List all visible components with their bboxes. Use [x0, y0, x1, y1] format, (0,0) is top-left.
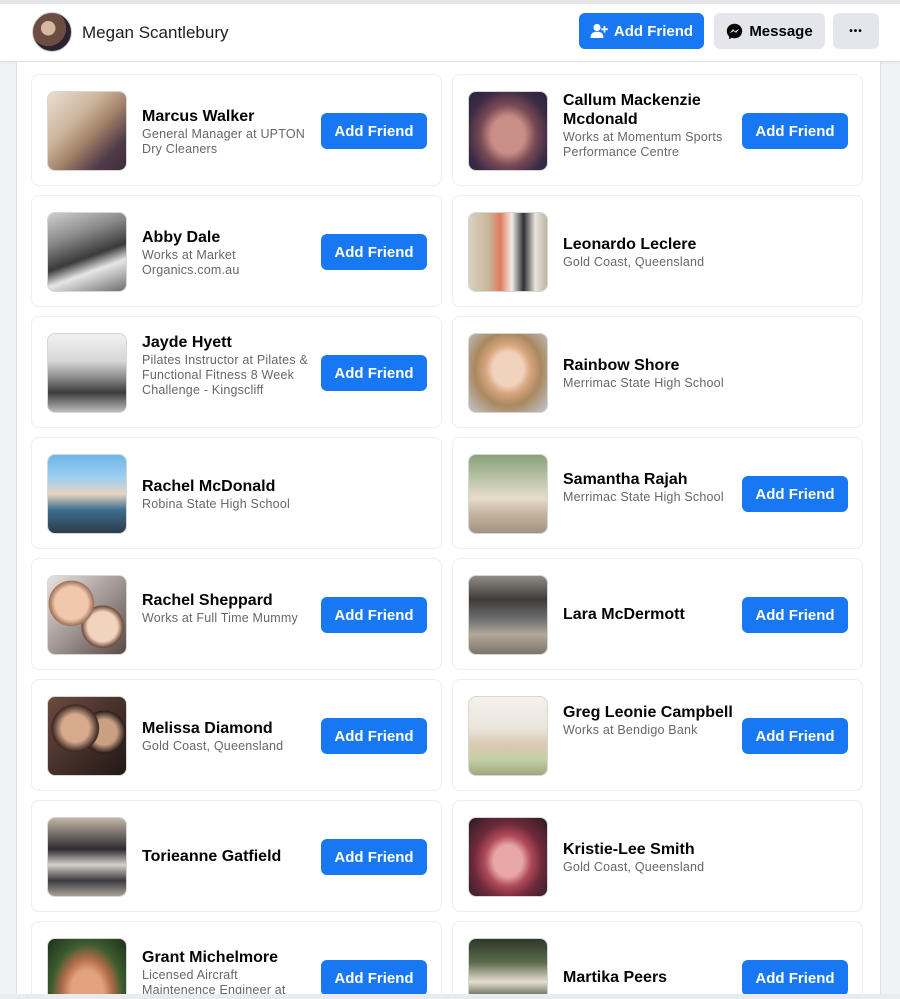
friend-name[interactable]: Greg Leonie Campbell	[563, 703, 733, 722]
friend-info: Leonardo Leclere Gold Coast, Queensland	[563, 235, 803, 270]
friend-photo[interactable]	[468, 91, 548, 171]
friend-info: Greg Leonie Campbell Works at Bendigo Ba…	[563, 703, 733, 738]
friend-photo[interactable]	[47, 575, 127, 655]
friend-photo[interactable]	[468, 817, 548, 897]
add-friend-button[interactable]: Add Friend	[321, 234, 427, 270]
friend-detail: Works at Market Organics.com.au	[142, 248, 240, 277]
profile-avatar[interactable]	[32, 12, 72, 52]
friend-card: Grant Michelmore Licensed Aircraft Maint…	[31, 921, 442, 999]
more-options-icon: •••	[849, 25, 863, 37]
friend-name[interactable]: Leonardo Leclere	[563, 235, 803, 254]
profile-header: Megan Scantlebury Add Friend Message •••	[0, 4, 900, 62]
friend-card: Martika Peers Add Friend	[452, 921, 863, 999]
friend-photo[interactable]	[468, 333, 548, 413]
friend-name[interactable]: Grant Michelmore	[142, 948, 312, 967]
friend-detail: Gold Coast, Queensland	[563, 255, 705, 269]
friend-card: Greg Leonie Campbell Works at Bendigo Ba…	[452, 679, 863, 791]
friend-name[interactable]: Abby Dale	[142, 228, 312, 247]
friend-info: Samantha Rajah Merrimac State High Schoo…	[563, 470, 733, 505]
add-friend-button[interactable]: Add Friend	[321, 597, 427, 633]
add-person-icon	[590, 23, 608, 38]
friend-card: Abby Dale Works at Market Organics.com.a…	[31, 195, 442, 307]
friend-name[interactable]: Callum Mackenzie Mcdonald	[563, 91, 733, 129]
friend-info: Grant Michelmore Licensed Aircraft Maint…	[142, 948, 312, 998]
message-label: Message	[749, 22, 813, 40]
friend-detail: General Manager at UPTON Dry Cleaners	[142, 127, 305, 156]
messenger-icon	[727, 23, 743, 39]
friend-card: Callum Mackenzie Mcdonald Works at Momen…	[452, 74, 863, 186]
add-friend-button[interactable]: Add Friend	[742, 476, 848, 512]
friend-name[interactable]: Marcus Walker	[142, 107, 312, 126]
add-friend-button[interactable]: Add Friend	[321, 839, 427, 875]
friend-detail: Robina State High School	[142, 497, 290, 511]
friend-detail: Gold Coast, Queensland	[142, 739, 284, 753]
add-friend-label: Add Friend	[613, 22, 694, 40]
friends-list-panel: Marcus Walker General Manager at UPTON D…	[16, 62, 881, 999]
friend-info: Rachel McDonald Robina State High School	[142, 477, 382, 512]
friend-card: Kristie-Lee Smith Gold Coast, Queensland	[452, 800, 863, 912]
friend-name[interactable]: Jayde Hyett	[142, 333, 312, 352]
add-friend-button[interactable]: Add Friend	[321, 113, 427, 149]
friend-detail: Works at Bendigo Bank	[563, 723, 698, 737]
friend-photo[interactable]	[468, 938, 548, 999]
friend-photo[interactable]	[468, 575, 548, 655]
friend-photo[interactable]	[47, 91, 127, 171]
friend-card: Rachel Sheppard Works at Full Time Mummy…	[31, 558, 442, 670]
friend-info: Kristie-Lee Smith Gold Coast, Queensland	[563, 840, 803, 875]
friend-card: Melissa Diamond Gold Coast, Queensland A…	[31, 679, 442, 791]
more-options-button[interactable]: •••	[833, 13, 879, 49]
friend-detail: Gold Coast, Queensland	[563, 860, 705, 874]
friend-detail: Merrimac State High School	[563, 376, 724, 390]
friend-card: Marcus Walker General Manager at UPTON D…	[31, 74, 442, 186]
friend-photo[interactable]	[47, 696, 127, 776]
add-friend-button[interactable]: Add Friend	[742, 597, 848, 633]
friend-name[interactable]: Rachel McDonald	[142, 477, 382, 496]
friend-card: Samantha Rajah Merrimac State High Schoo…	[452, 437, 863, 549]
friend-photo[interactable]	[47, 817, 127, 897]
friend-photo[interactable]	[47, 333, 127, 413]
friend-info: Jayde Hyett Pilates Instructor at Pilate…	[142, 333, 312, 398]
add-friend-button[interactable]: Add Friend	[742, 718, 848, 754]
friend-info: Callum Mackenzie Mcdonald Works at Momen…	[563, 91, 733, 160]
add-friend-button[interactable]: Add Friend	[321, 960, 427, 996]
friend-card: Lara McDermott Add Friend	[452, 558, 863, 670]
friend-info: Abby Dale Works at Market Organics.com.a…	[142, 228, 312, 278]
friend-photo[interactable]	[468, 454, 548, 534]
add-friend-button[interactable]: Add Friend	[321, 355, 427, 391]
friend-card: Rainbow Shore Merrimac State High School	[452, 316, 863, 428]
profile-name[interactable]: Megan Scantlebury	[82, 23, 228, 43]
add-friend-button[interactable]: Add Friend	[579, 13, 704, 49]
bottom-edge	[0, 994, 900, 999]
add-friend-button[interactable]: Add Friend	[321, 718, 427, 754]
friend-card: Torieanne Gatfield Add Friend	[31, 800, 442, 912]
friend-photo[interactable]	[47, 938, 127, 999]
friend-photo[interactable]	[47, 454, 127, 534]
friend-name[interactable]: Melissa Diamond	[142, 719, 312, 738]
add-friend-button[interactable]: Add Friend	[742, 960, 848, 996]
friend-info: Rainbow Shore Merrimac State High School	[563, 356, 803, 391]
friend-detail: Works at Full Time Mummy	[142, 611, 298, 625]
friend-card: Leonardo Leclere Gold Coast, Queensland	[452, 195, 863, 307]
message-button[interactable]: Message	[714, 13, 825, 49]
friend-info: Melissa Diamond Gold Coast, Queensland	[142, 719, 312, 754]
friend-name[interactable]: Kristie-Lee Smith	[563, 840, 803, 859]
friend-photo[interactable]	[468, 212, 548, 292]
friend-detail: Pilates Instructor at Pilates & Function…	[142, 353, 308, 397]
friend-name[interactable]: Rainbow Shore	[563, 356, 803, 375]
friend-name[interactable]: Rachel Sheppard	[142, 591, 312, 610]
friend-photo[interactable]	[47, 212, 127, 292]
friend-card: Jayde Hyett Pilates Instructor at Pilate…	[31, 316, 442, 428]
friend-photo[interactable]	[468, 696, 548, 776]
friend-card: Rachel McDonald Robina State High School	[31, 437, 442, 549]
friend-info: Rachel Sheppard Works at Full Time Mummy	[142, 591, 312, 626]
friend-detail: Works at Momentum Sports Performance Cen…	[563, 130, 723, 159]
friend-info: Marcus Walker General Manager at UPTON D…	[142, 107, 312, 157]
friend-detail: Merrimac State High School	[563, 490, 724, 504]
friend-name[interactable]: Samantha Rajah	[563, 470, 733, 489]
add-friend-button[interactable]: Add Friend	[742, 113, 848, 149]
